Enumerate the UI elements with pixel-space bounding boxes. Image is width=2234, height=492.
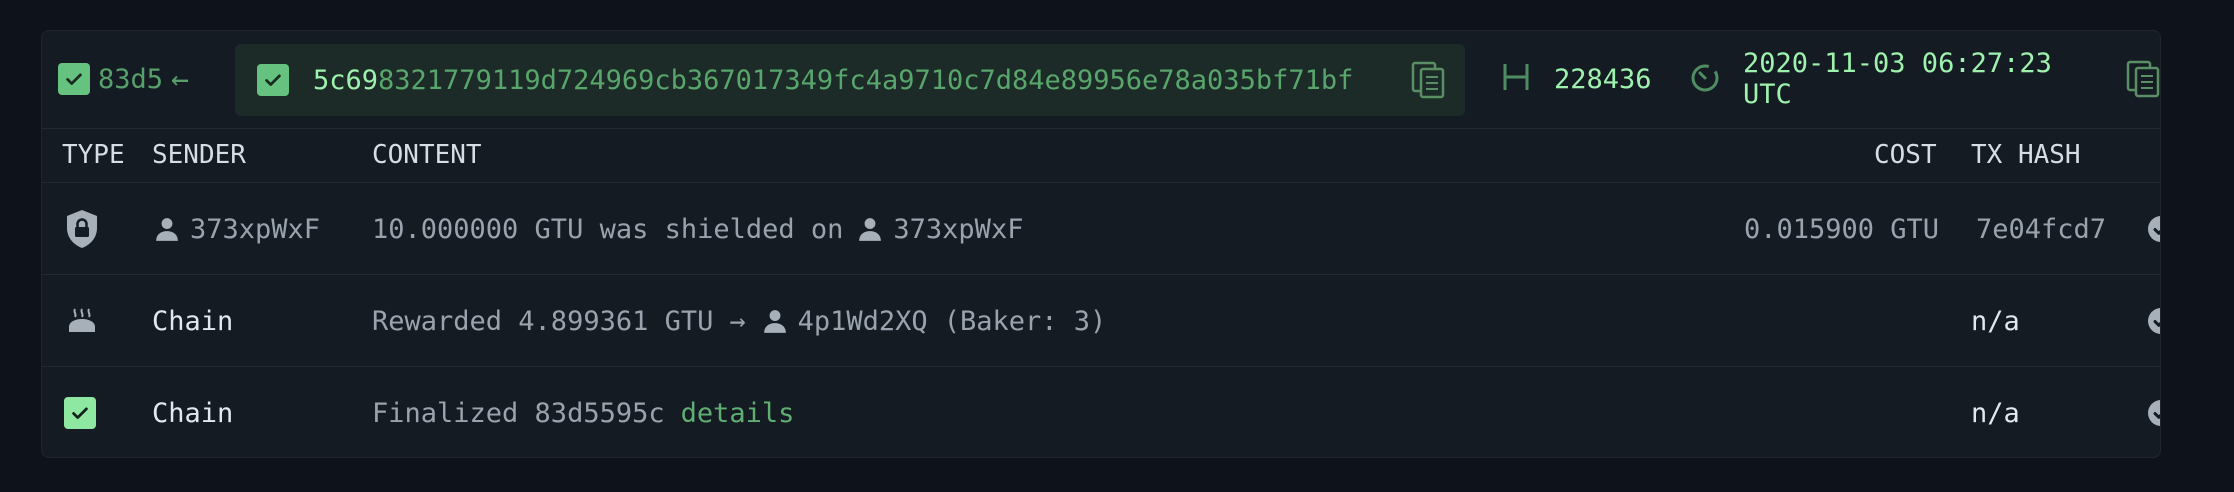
content-account-label: 4p1Wd2XQ <box>797 305 928 337</box>
content-text: Finalized 83d5595c <box>372 397 665 429</box>
bread-icon <box>66 275 98 367</box>
parent-hash: 83d5 <box>98 63 164 95</box>
col-type: TYPE <box>62 140 125 170</box>
block-time: 2020-11-03 06:27:23 UTC <box>1689 48 2160 110</box>
table-row: Chain Finalized 83d5595c details n/a <box>42 367 2160 457</box>
finalized-check-icon <box>257 64 289 96</box>
table-row: Chain Rewarded 4.899361 GTU → 4p1Wd2XQ (… <box>42 275 2160 367</box>
tx-hash-link[interactable]: 7e04fcd7 <box>1976 183 2106 275</box>
content-account-label: 373xpWxF <box>893 213 1024 245</box>
row-content: Rewarded 4.899361 GTU → 4p1Wd2XQ (Baker:… <box>372 275 1106 367</box>
success-check-icon <box>2148 367 2160 457</box>
tx-hash-na: n/a <box>1971 397 2020 429</box>
check-square-icon <box>64 367 96 457</box>
block-hash-box: 5c698321779119d724969cb367017349fc4a9710… <box>235 44 1465 116</box>
table-header: TYPE SENDER CONTENT COST TX HASH <box>42 129 2160 183</box>
block-height: 228436 <box>1502 59 1652 99</box>
success-check-icon <box>2148 275 2160 367</box>
col-cost: COST <box>1874 140 1937 170</box>
parent-block-link[interactable]: 83d5 ← <box>58 59 189 99</box>
content-suffix: (Baker: 3) <box>943 305 1107 337</box>
cost-value: 0.015900 GTU <box>1744 213 1940 245</box>
col-sender: SENDER <box>152 140 246 170</box>
content-text: Rewarded 4.899361 GTU <box>372 305 714 337</box>
right-arrow-icon: → <box>729 305 746 337</box>
block-hash: 5c698321779119d724969cb367017349fc4a9710… <box>313 64 1354 96</box>
finalized-check-icon <box>58 63 90 95</box>
content-account[interactable]: 373xpWxF <box>857 214 1023 245</box>
user-icon <box>156 218 178 241</box>
sender-label: 373xpWxF <box>190 213 321 245</box>
sender-chain: Chain <box>152 397 234 429</box>
user-icon <box>859 218 882 241</box>
height-value: 228436 <box>1554 63 1652 95</box>
details-link[interactable]: details <box>681 398 795 429</box>
clock-icon <box>1689 61 1721 97</box>
copy-hash-icon[interactable] <box>1411 61 1445 99</box>
tx-hash-na: n/a <box>1971 305 2020 337</box>
user-icon <box>763 310 786 333</box>
back-arrow-icon: ← <box>171 61 190 97</box>
timestamp-value: 2020-11-03 06:27:23 UTC <box>1743 48 2052 110</box>
copy-time-icon[interactable] <box>2126 60 2160 98</box>
block-header: 83d5 ← 5c698321779119d724969cb367017349f… <box>42 31 2160 129</box>
sender-account[interactable]: 373xpWxF <box>154 183 320 275</box>
shield-lock-icon <box>64 183 100 275</box>
block-card: 83d5 ← 5c698321779119d724969cb367017349f… <box>41 30 2161 458</box>
height-icon <box>1502 62 1530 96</box>
content-text: 10.000000 GTU was shielded on <box>372 213 844 245</box>
row-content: 10.000000 GTU was shielded on 373xpWxF <box>372 183 1023 275</box>
success-check-icon <box>2148 183 2160 275</box>
sender-chain: Chain <box>152 305 234 337</box>
row-content: Finalized 83d5595c details <box>372 367 795 457</box>
col-content: CONTENT <box>372 140 482 170</box>
table-row: 373xpWxF 10.000000 GTU was shielded on 3… <box>42 183 2160 275</box>
col-tx-hash: TX HASH <box>1971 140 2081 170</box>
content-account[interactable]: 4p1Wd2XQ <box>762 306 928 337</box>
